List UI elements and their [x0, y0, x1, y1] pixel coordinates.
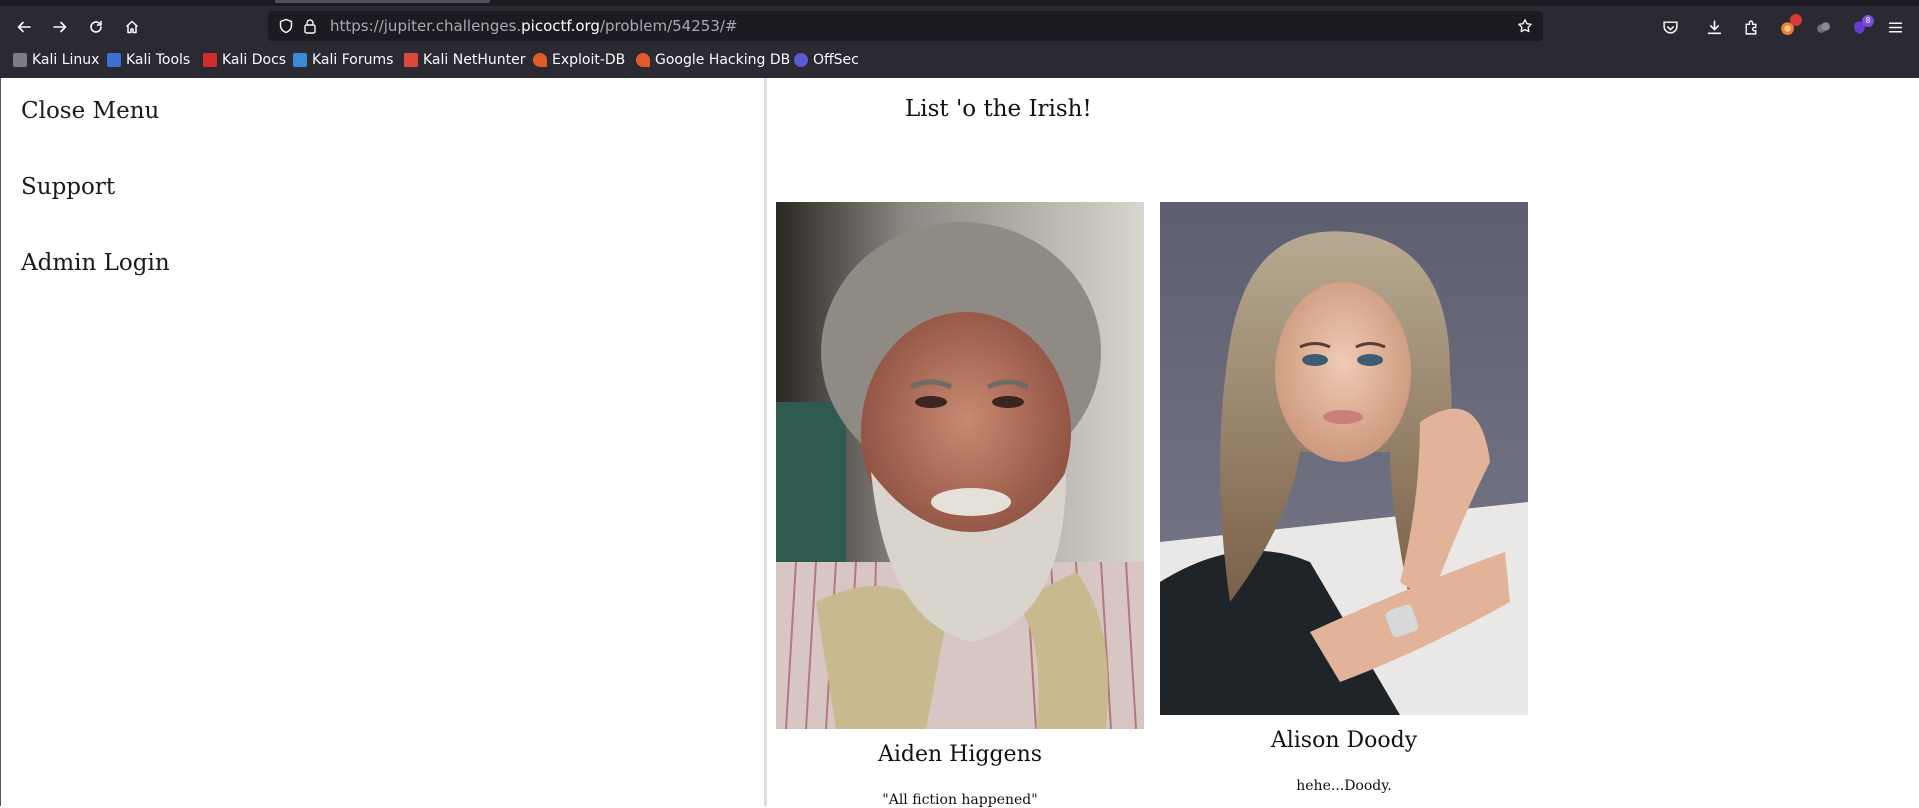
reload-icon: [90, 20, 102, 33]
person-card: Aiden Higgens "All fiction happened": [776, 202, 1144, 808]
bookmark-label: Exploit-DB: [552, 52, 626, 68]
kali-dragon-icon: [13, 53, 27, 67]
kali-forums-icon: [293, 53, 307, 67]
close-menu-link[interactable]: Close Menu: [21, 98, 159, 124]
nethunter-icon: [404, 53, 418, 67]
bookmark-google-hacking-db[interactable]: Google Hacking DB: [636, 52, 790, 68]
url-host: picoctf.org: [521, 17, 600, 35]
pocket-icon: [1662, 20, 1678, 34]
offsec-icon: [794, 53, 808, 67]
bookmark-kali-linux[interactable]: Kali Linux: [13, 52, 99, 68]
navigation-toolbar: https://jupiter.challenges.picoctf.org/p…: [0, 8, 1919, 44]
grey-extension-icon: [1816, 21, 1830, 33]
lock-icon[interactable]: [303, 18, 317, 34]
extensions-button[interactable]: [1738, 14, 1764, 40]
hamburger-menu-icon: [1888, 21, 1902, 33]
bookmark-label: Kali NetHunter: [423, 52, 526, 68]
arrow-right-icon: [53, 21, 67, 33]
bookmark-label: Google Hacking DB: [655, 52, 791, 68]
tracking-shield-icon[interactable]: [278, 18, 294, 34]
woman-portrait-image: [1160, 202, 1528, 715]
bookmark-offsec[interactable]: OffSec: [794, 52, 859, 68]
person-photo: [1160, 202, 1528, 715]
url-prefix: https://jupiter.challenges.: [330, 17, 522, 35]
bookmark-label: OffSec: [813, 52, 859, 68]
bearded-man-portrait-image: [776, 202, 1144, 729]
bookmarks-toolbar: Kali Linux Kali Tools Kali Docs Kali For…: [0, 48, 1919, 74]
person-photo: [776, 202, 1144, 729]
bookmark-kali-tools[interactable]: Kali Tools: [107, 52, 190, 68]
ghdb-icon: [636, 53, 650, 67]
page-title: List 'o the Irish!: [905, 96, 1092, 122]
bookmark-label: Kali Forums: [312, 52, 394, 68]
foxyproxy-badge: [1790, 14, 1802, 26]
url-bar[interactable]: https://jupiter.challenges.picoctf.org/p…: [268, 11, 1543, 41]
person-name: Aiden Higgens: [877, 742, 1043, 767]
url-text[interactable]: https://jupiter.challenges.picoctf.org/p…: [330, 17, 737, 35]
side-navigation: Close Menu Support Admin Login: [0, 78, 767, 806]
foxyproxy-button[interactable]: [1774, 14, 1802, 40]
extension-shield-button[interactable]: 8: [1846, 14, 1874, 40]
downloads-button[interactable]: [1701, 14, 1727, 40]
browser-chrome: https://jupiter.challenges.picoctf.org/p…: [0, 0, 1919, 78]
admin-login-link[interactable]: Admin Login: [21, 250, 170, 276]
bookmark-kali-docs[interactable]: Kali Docs: [203, 52, 286, 68]
bookmark-label: Kali Tools: [126, 52, 191, 68]
download-icon: [1707, 19, 1721, 34]
bookmark-kali-nethunter[interactable]: Kali NetHunter: [404, 52, 525, 68]
bookmark-label: Kali Linux: [32, 52, 100, 68]
arrow-left-icon: [17, 21, 31, 33]
pocket-button[interactable]: [1657, 14, 1683, 40]
reload-button[interactable]: [83, 14, 109, 40]
home-button[interactable]: [119, 14, 145, 40]
kali-tools-icon: [107, 53, 121, 67]
support-link[interactable]: Support: [21, 174, 115, 200]
forward-button[interactable]: [47, 14, 73, 40]
url-path: /problem/54253/#: [599, 17, 738, 35]
page-content: Close Menu Support Admin Login List 'o t…: [0, 78, 1919, 808]
kali-docs-icon: [203, 53, 217, 67]
main-content: List 'o the Irish! Aiden Higgens "All fi…: [767, 78, 1919, 808]
person-card: Alison Doody hehe...Doody.: [1160, 202, 1528, 806]
extension-badge: 8: [1862, 15, 1874, 27]
home-icon: [125, 20, 139, 34]
bookmark-label: Kali Docs: [222, 52, 287, 68]
bookmark-exploit-db[interactable]: Exploit-DB: [533, 52, 625, 68]
bookmark-kali-forums[interactable]: Kali Forums: [293, 52, 393, 68]
puzzle-icon: [1744, 20, 1756, 35]
extension-puzzle-grey-button[interactable]: [1810, 14, 1836, 40]
person-name: Alison Doody: [1270, 728, 1418, 753]
back-button[interactable]: [11, 14, 37, 40]
person-quote: hehe...Doody.: [1296, 778, 1392, 794]
bookmark-star-icon[interactable]: [1517, 18, 1533, 34]
app-menu-button[interactable]: [1882, 14, 1908, 40]
exploit-db-icon: [533, 53, 547, 67]
active-tab-indicator[interactable]: [275, 0, 490, 3]
